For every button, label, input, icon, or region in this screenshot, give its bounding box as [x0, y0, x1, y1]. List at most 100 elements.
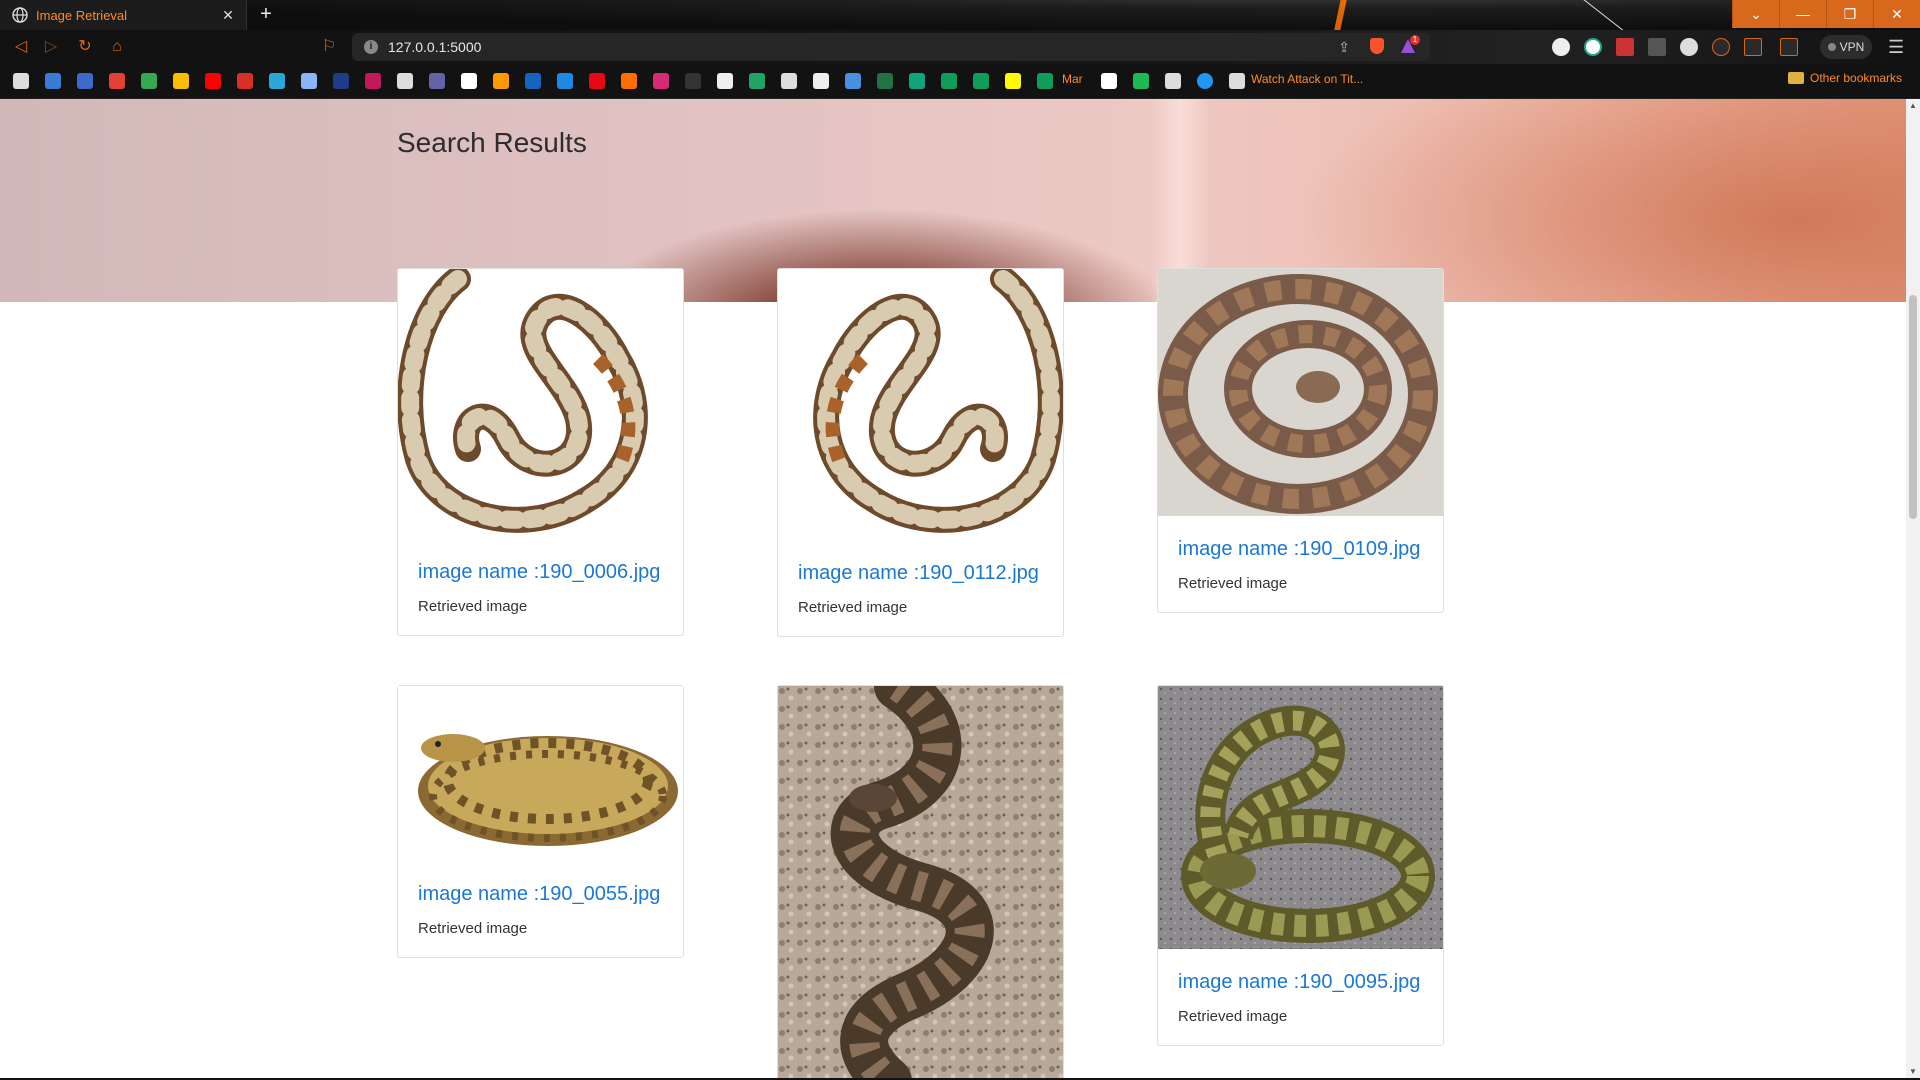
- bookmark-icon-36[interactable]: [1133, 73, 1149, 89]
- result-description: Retrieved image: [418, 598, 528, 615]
- extension-media-icon[interactable]: [1616, 38, 1634, 56]
- result-card[interactable]: image name :190_0112.jpg Retrieved image: [777, 268, 1064, 637]
- result-card[interactable]: image name :190_0006.jpg Retrieved image: [397, 268, 684, 636]
- result-card[interactable]: image name :190_0095.jpg Retrieved image: [1157, 685, 1444, 1046]
- vpn-button[interactable]: VPN: [1820, 35, 1872, 59]
- instagram-icon[interactable]: [653, 73, 669, 89]
- bookmark-icon-35[interactable]: [1101, 73, 1117, 89]
- result-image[interactable]: [398, 686, 683, 861]
- vpn-status-icon: [1827, 43, 1836, 51]
- result-card[interactable]: image name :190_0109.jpg Retrieved image: [1157, 268, 1444, 613]
- teams-icon[interactable]: [429, 73, 445, 89]
- result-image[interactable]: [778, 686, 1063, 1078]
- extension-cast-icon[interactable]: [1648, 38, 1666, 56]
- close-window-button[interactable]: ✕: [1873, 0, 1920, 28]
- bookmark-icon-20[interactable]: [621, 73, 637, 89]
- other-bookmarks[interactable]: Other bookmarks: [1788, 71, 1902, 85]
- home-button[interactable]: ⌂: [108, 38, 126, 56]
- site-info-icon[interactable]: i: [364, 40, 378, 54]
- result-name-link[interactable]: image name :190_0112.jpg: [798, 562, 1043, 585]
- bookmark-icon-1[interactable]: [13, 73, 29, 89]
- bookmark-icon-31[interactable]: [973, 73, 989, 89]
- bookmark-icon-16[interactable]: [493, 73, 509, 89]
- bookmark-icon-2[interactable]: [45, 73, 61, 89]
- url-text[interactable]: 127.0.0.1:5000: [388, 39, 481, 55]
- bookmark-icon-26[interactable]: [813, 73, 829, 89]
- tab-strip: Image Retrieval ✕ + ⌄ — ❐ ✕: [0, 0, 1920, 30]
- active-tab[interactable]: Image Retrieval ✕: [0, 0, 247, 30]
- bookmark-icon-15[interactable]: [461, 73, 477, 89]
- bookmark-icon-10[interactable]: [301, 73, 317, 89]
- sidebar-icon[interactable]: [1744, 38, 1762, 56]
- result-card[interactable]: image name :190_0055.jpg Retrieved image: [397, 685, 684, 958]
- bookmark-icon-17[interactable]: [525, 73, 541, 89]
- extension-face-icon[interactable]: [1680, 38, 1698, 56]
- bookmark-icon-38[interactable]: [1197, 73, 1213, 89]
- bookmark-icon-6[interactable]: [173, 73, 189, 89]
- scroll-down-icon[interactable]: ▼: [1909, 1067, 1917, 1076]
- bookmark-icon-29[interactable]: [909, 73, 925, 89]
- tab-search-icon[interactable]: ⌄: [1732, 0, 1779, 28]
- share-icon[interactable]: ⇪: [1338, 39, 1350, 56]
- bookmark-icon-9[interactable]: [269, 73, 285, 89]
- result-description: Retrieved image: [1178, 575, 1288, 592]
- background-line: [1545, 0, 1704, 30]
- forward-button[interactable]: ▷: [42, 38, 60, 56]
- result-name-link[interactable]: image name :190_0109.jpg: [1178, 538, 1423, 561]
- bookmark-icon-11[interactable]: [333, 73, 349, 89]
- youtube-icon[interactable]: [205, 73, 221, 89]
- close-tab-icon[interactable]: ✕: [218, 7, 238, 24]
- bookmark-icon-27[interactable]: [845, 73, 861, 89]
- address-bar[interactable]: i 127.0.0.1:5000 ⇪ 1: [352, 33, 1430, 61]
- result-image[interactable]: [1158, 269, 1443, 516]
- bookmark-icon-30[interactable]: [941, 73, 957, 89]
- bookmark-watch[interactable]: Watch Attack on Tit...: [1251, 72, 1363, 86]
- bookmark-icon-22[interactable]: [685, 73, 701, 89]
- bookmark-icon-24[interactable]: [749, 73, 765, 89]
- bookmark-icon-33[interactable]: [1037, 73, 1053, 89]
- bookmark-icon-39[interactable]: [1229, 73, 1245, 89]
- bookmark-icon-37[interactable]: [1165, 73, 1181, 89]
- bookmark-mar[interactable]: Mar: [1062, 72, 1083, 86]
- bookmark-icon-23[interactable]: [717, 73, 733, 89]
- background-streak: [1317, 0, 1349, 30]
- bookmark-icon-3[interactable]: [77, 73, 93, 89]
- bookmark-icon-13[interactable]: [397, 73, 413, 89]
- result-name-link[interactable]: image name :190_0006.jpg: [418, 561, 663, 584]
- result-card[interactable]: [777, 685, 1064, 1078]
- result-description: Retrieved image: [418, 920, 528, 937]
- extension-profile-icon[interactable]: [1584, 38, 1602, 56]
- scroll-up-icon[interactable]: ▲: [1909, 101, 1917, 110]
- bookmark-icon-8[interactable]: [237, 73, 253, 89]
- netflix-icon[interactable]: [589, 73, 605, 89]
- menu-icon[interactable]: ☰: [1888, 37, 1904, 58]
- extension-clock-icon[interactable]: [1552, 38, 1570, 56]
- back-button[interactable]: ◁: [12, 38, 30, 56]
- result-name-link[interactable]: image name :190_0095.jpg: [1178, 971, 1423, 994]
- minimize-button[interactable]: —: [1779, 0, 1826, 28]
- bookmark-icon-18[interactable]: [557, 73, 573, 89]
- bookmark-icon[interactable]: ⚐: [320, 38, 338, 56]
- snapchat-icon[interactable]: [1005, 73, 1021, 89]
- extensions-puzzle-icon[interactable]: [1712, 38, 1730, 56]
- bookmark-icon-12[interactable]: [365, 73, 381, 89]
- bookmark-icon-28[interactable]: [877, 73, 893, 89]
- brave-shields-icon[interactable]: [1370, 38, 1384, 54]
- wallet-icon[interactable]: [1780, 38, 1798, 56]
- result-description: Retrieved image: [1178, 1008, 1288, 1025]
- bookmark-icon-25[interactable]: [781, 73, 797, 89]
- reload-button[interactable]: ↻: [76, 38, 94, 56]
- page-scrollbar[interactable]: ▲ ▼: [1906, 99, 1920, 1078]
- result-name-link[interactable]: image name :190_0055.jpg: [418, 883, 663, 906]
- result-image[interactable]: [1158, 686, 1443, 949]
- result-image[interactable]: [398, 269, 683, 539]
- scrollbar-thumb[interactable]: [1909, 295, 1917, 519]
- window-controls: ⌄ — ❐ ✕: [1732, 0, 1920, 28]
- new-tab-button[interactable]: +: [254, 3, 278, 26]
- rewards-badge: 1: [1410, 35, 1420, 45]
- brave-rewards-icon[interactable]: 1: [1400, 35, 1420, 54]
- gmail-icon[interactable]: [109, 73, 125, 89]
- restore-button[interactable]: ❐: [1826, 0, 1873, 28]
- drive-icon[interactable]: [141, 73, 157, 89]
- result-image[interactable]: [778, 269, 1063, 540]
